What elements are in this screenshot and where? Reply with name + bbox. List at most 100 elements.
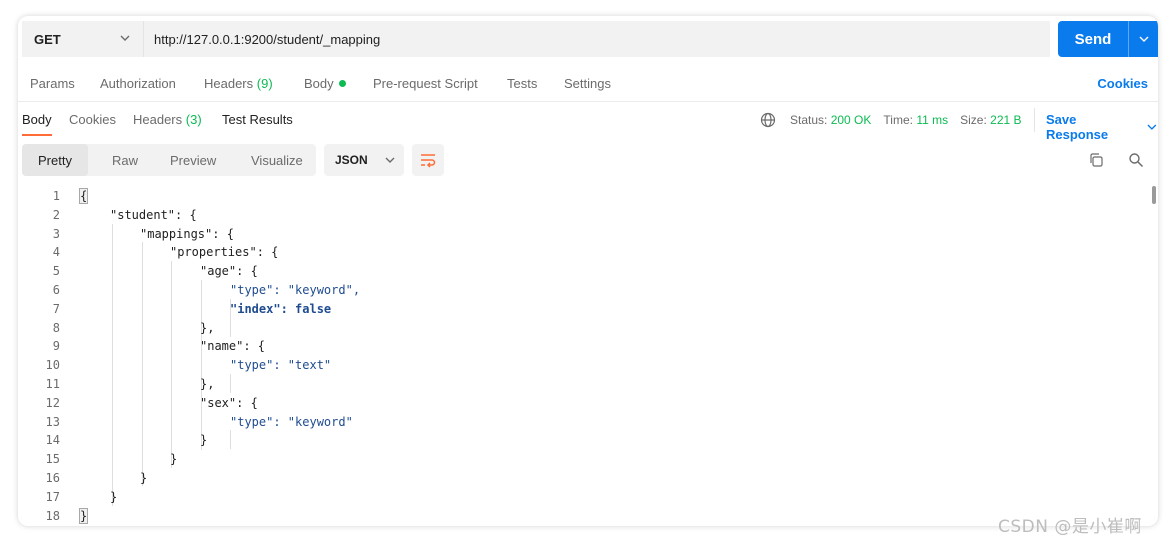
response-tab-headers[interactable]: Headers (3) xyxy=(133,112,202,127)
code-line: 1 { xyxy=(18,187,1148,206)
url-text: http://127.0.0.1:9200/student/_mapping xyxy=(154,31,381,47)
scrollbar-thumb[interactable] xyxy=(1152,186,1156,204)
response-tab-headers-label: Headers xyxy=(133,112,183,127)
send-options-button[interactable] xyxy=(1129,33,1158,45)
line-number: 10 xyxy=(45,358,60,373)
code-text: "index": false xyxy=(230,301,332,316)
line-number: 3 xyxy=(52,226,60,241)
code-text: { xyxy=(78,187,89,206)
save-response-label: Save Response xyxy=(1046,112,1109,142)
code-line: 16 } xyxy=(18,469,1148,488)
code-text: } xyxy=(170,452,178,467)
copy-button[interactable] xyxy=(1086,150,1106,170)
wrap-lines-button[interactable] xyxy=(412,144,444,176)
code-text: "sex": { xyxy=(200,395,258,410)
code-text: "name": { xyxy=(200,339,266,354)
line-number: 17 xyxy=(45,489,60,504)
code-text: }, xyxy=(200,377,215,391)
code-text: } xyxy=(78,507,89,526)
search-icon xyxy=(1129,153,1144,168)
code-line: 12 "sex": { xyxy=(18,394,1148,413)
response-tab-body[interactable]: Body xyxy=(22,112,52,127)
line-number: 12 xyxy=(45,395,60,410)
code-line: 6 "type": "keyword", xyxy=(18,281,1148,300)
tab-params[interactable]: Params xyxy=(30,76,75,91)
code-text: "type": "text" xyxy=(230,358,332,373)
code-text: "type": "keyword" xyxy=(230,414,353,429)
view-preview-button[interactable]: Preview xyxy=(170,144,216,176)
response-tab-test-results[interactable]: Test Results xyxy=(222,112,293,127)
line-number: 11 xyxy=(45,377,60,391)
code-text: }, xyxy=(200,320,215,335)
code-line: 13 "type": "keyword" xyxy=(18,413,1148,432)
csdn-watermark: CSDN @是小崔啊 xyxy=(998,517,1142,537)
line-number: 4 xyxy=(52,245,60,260)
search-button[interactable] xyxy=(1126,150,1146,170)
line-number: 7 xyxy=(52,301,60,316)
code-line: 4 "properties": { xyxy=(18,243,1148,262)
line-number: 1 xyxy=(52,189,60,203)
view-raw-button[interactable]: Raw xyxy=(112,144,138,176)
line-number: 18 xyxy=(45,508,60,523)
code-line: 17 } xyxy=(18,488,1148,507)
code-text: "properties": { xyxy=(170,245,279,260)
chevron-down-icon xyxy=(1147,124,1157,130)
code-line: 11 }, xyxy=(18,375,1148,394)
code-text: } xyxy=(200,433,208,448)
tab-headers[interactable]: Headers (9) xyxy=(204,76,273,91)
tab-settings[interactable]: Settings xyxy=(564,76,611,91)
cookies-link[interactable]: Cookies xyxy=(1097,76,1148,91)
line-number: 9 xyxy=(52,339,60,354)
line-number: 16 xyxy=(45,471,60,485)
code-line: 7 "index": false xyxy=(18,300,1148,319)
method-select[interactable]: GET xyxy=(22,21,144,57)
code-line: 8 }, xyxy=(18,319,1148,338)
tab-headers-label: Headers xyxy=(204,76,254,91)
response-tab-cookies[interactable]: Cookies xyxy=(69,112,116,127)
status-label: Status: xyxy=(790,113,828,127)
chevron-down-icon xyxy=(385,157,395,163)
send-label: Send xyxy=(1074,30,1112,48)
copy-icon xyxy=(1090,153,1103,167)
body-indicator-dot xyxy=(338,80,346,87)
code-text: "student": { xyxy=(110,207,197,222)
url-input[interactable]: http://127.0.0.1:9200/student/_mapping xyxy=(144,21,1050,57)
tab-authorization[interactable]: Authorization xyxy=(100,76,176,91)
wrap-lines-icon xyxy=(421,154,436,168)
code-line: 5 "age": { xyxy=(18,262,1148,281)
code-line: 15 } xyxy=(18,450,1148,469)
code-text: "age": { xyxy=(200,264,258,279)
response-tab-headers-count: (3) xyxy=(185,112,202,127)
view-pretty-button[interactable]: Pretty xyxy=(22,144,88,176)
active-tab-underline xyxy=(22,134,52,136)
meta-divider xyxy=(1034,108,1035,132)
globe-icon[interactable] xyxy=(760,112,776,128)
line-number: 5 xyxy=(52,264,60,279)
tab-pre-request-script[interactable]: Pre-request Script xyxy=(373,76,478,91)
response-body-viewer[interactable]: 1 { 2 "student": { 3 "mappings": { 4 "pr… xyxy=(18,186,1158,526)
response-tabs: Body Cookies Headers (3) Test Results St… xyxy=(18,102,1158,142)
send-button[interactable]: Send xyxy=(1058,21,1158,57)
request-tabs: Params Authorization Headers (9) Body Pr… xyxy=(18,62,1158,102)
chevron-down-icon xyxy=(1139,36,1148,42)
tab-tests[interactable]: Tests xyxy=(507,76,537,91)
status-value: 200 OK xyxy=(830,113,872,127)
tab-body[interactable]: Body xyxy=(304,76,346,91)
view-visualize-button[interactable]: Visualize xyxy=(251,144,303,176)
json-brace: { xyxy=(78,188,89,204)
size-label: Size: xyxy=(960,113,987,127)
code-text: "mappings": { xyxy=(140,226,234,241)
size-value: 221 B xyxy=(990,113,1022,127)
code-text: } xyxy=(140,471,148,485)
line-number: 6 xyxy=(52,283,60,297)
format-label: JSON xyxy=(335,153,368,167)
line-number: 14 xyxy=(45,433,60,448)
save-response-button[interactable]: Save Response xyxy=(1046,112,1158,142)
json-brace: } xyxy=(78,507,89,524)
code-text: } xyxy=(110,489,118,504)
code-line: 14 } xyxy=(18,431,1148,450)
line-number: 2 xyxy=(52,207,60,222)
line-number: 8 xyxy=(52,320,60,335)
format-select[interactable]: JSON xyxy=(324,144,404,176)
postman-window: GET http://127.0.0.1:9200/student/_mappi… xyxy=(18,16,1158,526)
